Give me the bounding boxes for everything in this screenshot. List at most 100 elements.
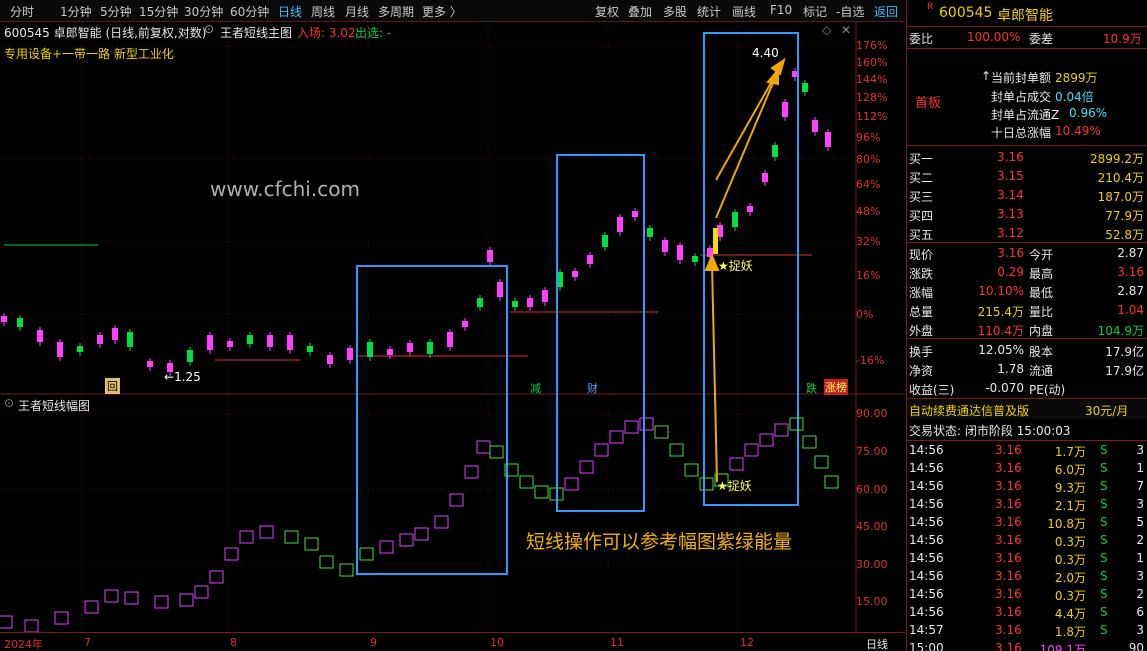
stats-button[interactable]: 统计 xyxy=(697,3,721,20)
badge-hui[interactable]: 回 xyxy=(105,378,120,394)
sub-chart-title[interactable]: 王者短线幅图 xyxy=(18,397,90,414)
candle xyxy=(227,341,233,347)
collapse-icon[interactable]: ⊙ xyxy=(204,22,214,36)
indicator-name[interactable]: 王者短线主图 xyxy=(220,24,292,41)
mark-button[interactable]: 标记 xyxy=(803,3,827,20)
date-label: 10 xyxy=(490,636,504,649)
candle xyxy=(17,318,23,327)
energy-step xyxy=(814,455,829,469)
tick-price: 3.16 xyxy=(995,443,1022,457)
watchlist-button[interactable]: -自选 xyxy=(836,3,864,20)
tab-more[interactable]: 更多 〉 xyxy=(422,3,462,20)
bid-row[interactable]: 买四 3.13 77.9万 xyxy=(907,205,1147,224)
tab-5min[interactable]: 5分钟 xyxy=(100,3,132,20)
sub-collapse-icon[interactable]: ⊙ xyxy=(4,396,14,410)
stat-row: 外盘 110.4万 内盘 104.9万 xyxy=(907,320,1147,339)
tab-weekly[interactable]: 周线 xyxy=(311,3,335,20)
bid-volume: 77.9万 xyxy=(1105,209,1144,223)
sub-axis-label: 15.00 xyxy=(856,595,888,608)
seal-value: 0.96% xyxy=(1069,106,1108,120)
promo-price[interactable]: 30元/月 xyxy=(1085,402,1128,419)
trade-status-row: 交易状态: 闭市阶段 15:00:03 xyxy=(907,420,1147,439)
weibi-label: 委比 xyxy=(909,32,934,46)
diamond-icon[interactable]: ◇ xyxy=(822,23,831,37)
tab-multi-period[interactable]: 多周期 xyxy=(378,3,414,20)
bid-row[interactable]: 买五 3.12 52.8万 xyxy=(907,224,1147,243)
tick-volume: 6.0万 xyxy=(1054,463,1086,477)
tick-volume: 0.3万 xyxy=(1054,553,1086,567)
candle xyxy=(407,343,413,352)
tick-row: 14:57 3.16 1.8万 S 3 xyxy=(907,622,1147,640)
badge-jian[interactable]: 减 xyxy=(530,380,541,396)
energy-step xyxy=(579,460,594,474)
tick-time: 14:56 xyxy=(909,587,944,601)
candle xyxy=(677,245,683,260)
candle xyxy=(572,271,578,277)
stat-label: 最低 xyxy=(1029,286,1054,300)
tab-30min[interactable]: 30分钟 xyxy=(184,3,223,20)
candle xyxy=(247,335,253,344)
candle xyxy=(37,330,43,342)
tick-price: 3.16 xyxy=(995,587,1022,601)
tab-monthly[interactable]: 月线 xyxy=(345,3,369,20)
date-label: 8 xyxy=(230,636,237,649)
stat-label: 涨幅 xyxy=(909,286,934,300)
tab-60min[interactable]: 60分钟 xyxy=(230,3,269,20)
energy-step xyxy=(564,477,579,491)
tab-1min[interactable]: 1分钟 xyxy=(60,3,92,20)
candle xyxy=(802,83,808,92)
candle xyxy=(267,335,273,347)
period-label[interactable]: 日线 xyxy=(866,636,888,651)
energy-step xyxy=(669,443,684,457)
stat-label: 现价 xyxy=(909,248,934,262)
bid-row[interactable]: 买二 3.15 210.4万 xyxy=(907,167,1147,186)
close-icon[interactable]: ✕ xyxy=(841,23,851,37)
stat-label: 内盘 xyxy=(1029,324,1054,338)
stat-row: 现价 3.16 今开 2.87 xyxy=(907,244,1147,263)
quote-panel: R 600545 卓郎智能 委比 100.00% 委差 10.9万 首板 ↑ 当前… xyxy=(906,0,1147,651)
draw-button[interactable]: 画线 xyxy=(732,3,756,20)
concept-tags: 专用设备+一带一路 新型工业化 xyxy=(4,47,174,61)
tab-daily[interactable]: 日线 xyxy=(278,3,302,20)
stat-value: 3.16 xyxy=(997,246,1024,260)
energy-step xyxy=(379,540,394,554)
sub-axis-label: 60.00 xyxy=(856,483,888,496)
energy-step xyxy=(594,443,609,457)
candle xyxy=(825,132,831,147)
tab-15min[interactable]: 15分钟 xyxy=(139,3,178,20)
tick-time: 14:56 xyxy=(909,533,944,547)
badge-die[interactable]: 跌 xyxy=(806,380,817,396)
tick-count: 3 xyxy=(1136,569,1144,583)
seal-value: 0.04倍 xyxy=(1055,90,1094,104)
energy-step xyxy=(624,420,639,434)
seal-label: 封单占流通Z xyxy=(991,108,1060,122)
badge-cai[interactable]: 财 xyxy=(587,380,598,396)
stat-value: 1.78 xyxy=(997,362,1024,376)
promo-text[interactable]: 自动续费通达信普及版 xyxy=(909,402,1029,419)
energy-step xyxy=(304,537,319,551)
candle xyxy=(477,298,483,307)
tick-volume: 1.8万 xyxy=(1054,625,1086,639)
bid-row[interactable]: 买三 3.14 187.0万 xyxy=(907,186,1147,205)
tick-row: 14:56 3.16 0.3万 S 2 xyxy=(907,586,1147,604)
f10-button[interactable]: F10 xyxy=(770,3,792,17)
badge-zhangbang[interactable]: 涨榜 xyxy=(824,379,848,395)
energy-step xyxy=(414,527,429,541)
tab-fenshi[interactable]: 分时 xyxy=(10,3,34,20)
candle xyxy=(617,217,623,232)
stat-label: 外盘 xyxy=(909,324,934,338)
multi-stock-button[interactable]: 多股 xyxy=(663,3,687,20)
tick-side: S xyxy=(1100,515,1108,529)
tick-volume: 0.3万 xyxy=(1054,535,1086,549)
overlay-button[interactable]: 叠加 xyxy=(628,3,652,20)
promo-row[interactable]: 自动续费通达信普及版 30元/月 xyxy=(907,400,1147,419)
bid-volume: 187.0万 xyxy=(1097,190,1144,204)
fuquan-button[interactable]: 复权 xyxy=(595,3,619,20)
seal-label: 十日总涨幅 xyxy=(991,126,1052,140)
watermark: www.cfchi.com xyxy=(210,177,360,201)
weibi-value: 100.00% xyxy=(967,30,1021,44)
back-button[interactable]: 返回 xyxy=(874,3,898,20)
candle xyxy=(602,235,608,247)
bid-row[interactable]: 买一 3.16 2899.2万 xyxy=(907,148,1147,167)
price-axis-label: 112% xyxy=(856,110,888,123)
